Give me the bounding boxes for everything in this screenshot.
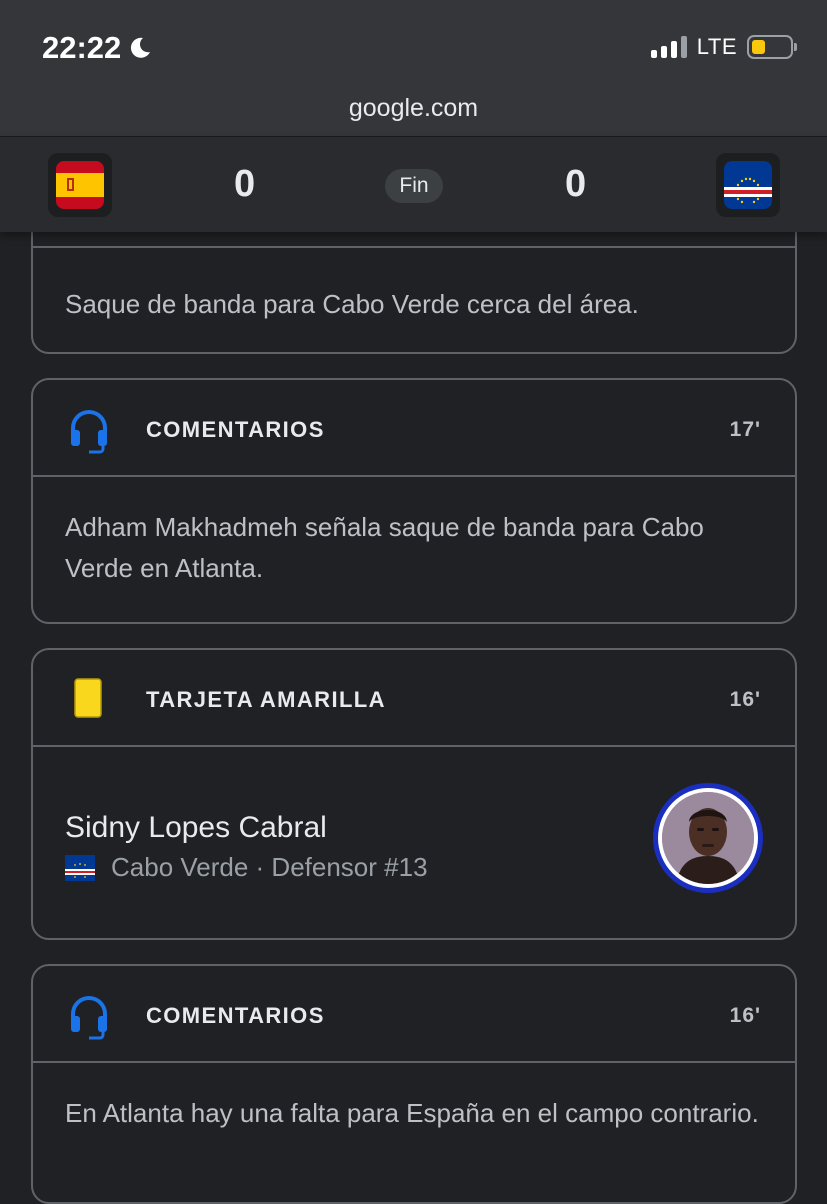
event-text: Saque de banda para Cabo Verde cerca del… bbox=[65, 289, 639, 319]
away-team-badge[interactable] bbox=[716, 153, 780, 217]
headset-icon bbox=[71, 410, 107, 454]
event-card-commentary: COMENTARIOS 16' En Atlanta hay una falta… bbox=[31, 964, 797, 1204]
home-team-badge[interactable] bbox=[48, 153, 112, 217]
away-score: 0 bbox=[565, 163, 587, 205]
event-minute: 16' bbox=[729, 688, 761, 711]
url-bar[interactable]: google.com bbox=[0, 94, 827, 123]
signal-icon bbox=[650, 36, 687, 58]
player-avatar[interactable] bbox=[653, 783, 763, 893]
player-section: Sidny Lopes Cabral Cabo Verde · Defensor… bbox=[33, 747, 795, 940]
network-label: LTE bbox=[696, 34, 737, 59]
event-text: En Atlanta hay una falta para España en … bbox=[65, 1098, 759, 1128]
event-card-header: COMENTARIOS 16' bbox=[33, 966, 795, 1063]
event-card-commentary: COMENTARIOS 17' Adham Makhadmeh señala s… bbox=[31, 378, 797, 624]
match-score-header: 0 Fin 0 bbox=[0, 136, 827, 232]
status-time: 22:22 bbox=[42, 30, 153, 66]
event-minute: 16' bbox=[729, 1004, 761, 1027]
event-minute: 17' bbox=[729, 418, 761, 441]
time-text: 22:22 bbox=[42, 30, 122, 65]
home-score: 0 bbox=[234, 163, 256, 205]
event-card-header: COMENTARIOS 17' bbox=[33, 380, 795, 477]
event-card-yellow-card[interactable]: TARJETA AMARILLA 16' Sidny Lopes Cabral … bbox=[31, 648, 797, 940]
player-meta: Cabo Verde · Defensor #13 bbox=[65, 852, 428, 883]
headset-icon bbox=[71, 996, 107, 1040]
cape-verde-flag-icon bbox=[724, 161, 772, 209]
event-card-header: TARJETA AMARILLA 16' bbox=[33, 650, 795, 747]
player-name: Sidny Lopes Cabral bbox=[65, 811, 327, 844]
player-photo bbox=[662, 792, 754, 884]
status-bar: 22:22 LTE google.com bbox=[0, 0, 827, 136]
yellow-card-icon bbox=[74, 678, 102, 718]
cape-verde-flag-icon bbox=[65, 854, 95, 881]
moon-icon bbox=[131, 37, 151, 58]
status-indicators: LTE bbox=[650, 34, 797, 60]
event-type-label: COMENTARIOS bbox=[146, 1003, 325, 1028]
event-type-label: COMENTARIOS bbox=[146, 417, 325, 442]
battery-icon bbox=[747, 35, 797, 59]
event-text: Adham Makhadmeh señala saque de banda pa… bbox=[65, 512, 704, 583]
match-status-badge: Fin bbox=[385, 169, 443, 203]
spain-flag-icon bbox=[56, 161, 104, 209]
event-type-label: TARJETA AMARILLA bbox=[146, 687, 386, 712]
player-team-position: Cabo Verde · Defensor #13 bbox=[111, 852, 428, 882]
